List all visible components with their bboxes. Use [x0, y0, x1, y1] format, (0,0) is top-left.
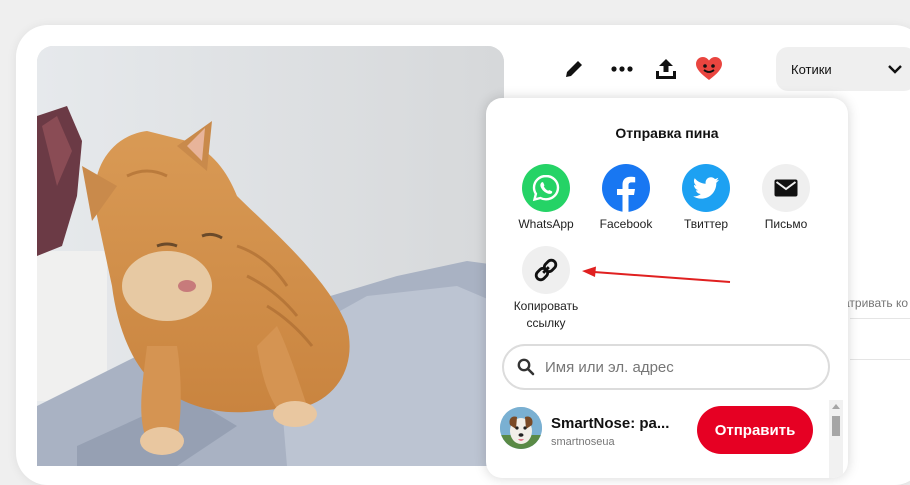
- copy-link-label-line2: ссылку: [526, 316, 566, 330]
- contact-name: SmartNose: ра...: [551, 415, 670, 432]
- link-icon: [522, 246, 570, 294]
- react-button[interactable]: [691, 51, 727, 87]
- search-input[interactable]: [543, 357, 807, 377]
- share-whatsapp-button[interactable]: WhatsApp: [504, 164, 588, 233]
- share-upload-icon: [656, 59, 676, 79]
- copy-link-label-line1: Копировать: [513, 299, 579, 313]
- copy-link-button[interactable]: Копировать ссылку: [504, 246, 588, 332]
- share-panel: Отправка пина WhatsApp Facebook Твиттер: [486, 98, 848, 478]
- twitter-icon: [682, 164, 730, 212]
- chevron-down-icon: [888, 65, 902, 74]
- send-button[interactable]: Отправить: [697, 406, 813, 454]
- board-select-value: Котики: [791, 61, 832, 77]
- more-options-button[interactable]: [604, 51, 640, 87]
- heart-face-icon: [696, 57, 722, 80]
- share-option-label: Твиттер: [683, 217, 729, 231]
- share-button[interactable]: [648, 51, 684, 87]
- share-email-button[interactable]: Письмо: [744, 164, 828, 233]
- share-option-label: WhatsApp: [518, 217, 574, 231]
- search-box[interactable]: [502, 344, 830, 390]
- facebook-icon: [602, 164, 650, 212]
- scroll-up-arrow-icon[interactable]: [832, 404, 840, 409]
- background-partial-text: атривать ко: [843, 296, 909, 310]
- more-horizontal-icon: [611, 66, 633, 72]
- contact-handle: smartnoseua: [551, 436, 615, 448]
- copy-link-label: Копировать ссылку: [504, 298, 588, 332]
- board-select[interactable]: Котики: [776, 47, 910, 91]
- contact-row[interactable]: SmartNose: ра... smartnoseua Отправить: [500, 404, 830, 454]
- divider: [850, 359, 910, 360]
- avatar: [500, 407, 542, 449]
- pin-image[interactable]: [37, 46, 504, 466]
- cat-photo: [37, 46, 504, 466]
- share-twitter-button[interactable]: Твиттер: [664, 164, 748, 233]
- share-option-label: Письмо: [764, 217, 808, 231]
- scroll-thumb[interactable]: [832, 416, 840, 436]
- divider: [850, 318, 910, 319]
- edit-button[interactable]: [556, 51, 592, 87]
- scrollbar[interactable]: [829, 400, 843, 478]
- annotation-arrow-icon: [582, 266, 731, 283]
- share-option-label: Facebook: [599, 217, 653, 231]
- pencil-icon: [566, 61, 582, 77]
- share-facebook-button[interactable]: Facebook: [584, 164, 668, 233]
- whatsapp-icon: [522, 164, 570, 212]
- search-icon: [517, 358, 535, 376]
- mail-icon: [762, 164, 810, 212]
- share-title: Отправка пина: [615, 125, 719, 141]
